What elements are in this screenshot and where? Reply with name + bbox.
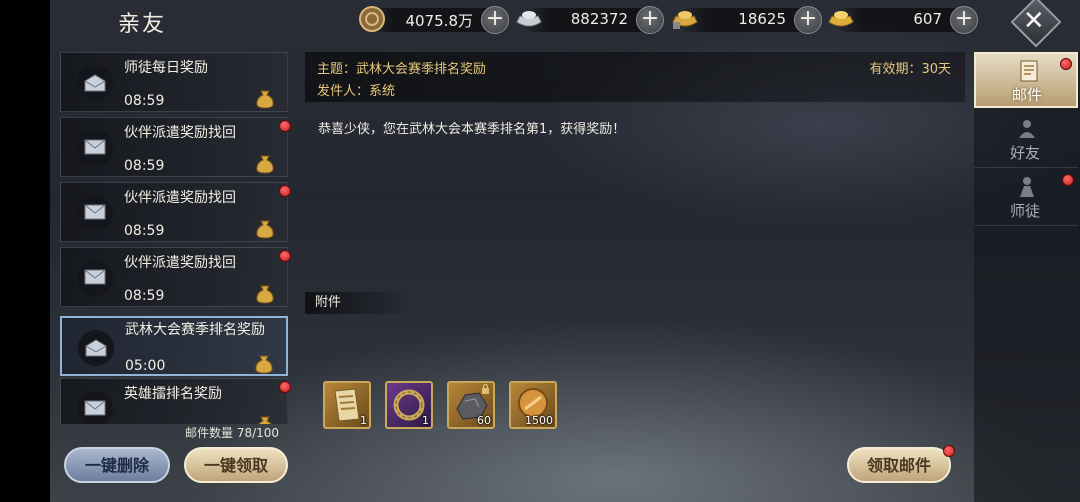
resource-value: 882372 (570, 10, 628, 28)
claim-all-button[interactable]: 一键领取 (184, 447, 288, 483)
unread-badge (279, 381, 291, 393)
attachment-item[interactable]: 60 (447, 381, 495, 429)
mail-time: 08:59 (124, 158, 165, 174)
mail-list-item[interactable]: 伙伴派遣奖励找回 08:59 (60, 247, 291, 307)
tab-label: 师徒 (1010, 202, 1041, 220)
mail-tab-icon (1020, 60, 1038, 82)
mail-list-item[interactable]: 英雄擂排名奖励 (60, 378, 291, 424)
add-silver-button[interactable]: + (636, 6, 664, 34)
gold-bag-icon (255, 355, 273, 374)
item-quantity: 1500 (525, 414, 553, 427)
mail-header: 主题：武林大会赛季排名奖励 发件人：系统 有效期：30天 (305, 52, 965, 102)
resource-value: 18625 (738, 10, 786, 28)
unread-badge (279, 120, 291, 132)
gold-bag-icon (256, 285, 274, 304)
gold-ingot-icon (828, 11, 854, 27)
mail-title: 英雄擂排名奖励 (124, 386, 222, 402)
resource-copper: 4075.8万 + (359, 6, 509, 34)
silver-ingot-icon (516, 11, 542, 27)
closed-mail-icon (77, 391, 113, 424)
mail-count: 邮件数量 78/100 (185, 426, 280, 440)
tab-mail[interactable]: 邮件 (974, 52, 1078, 108)
attachment-item[interactable]: 1500 (509, 381, 557, 429)
resource-silver: 882372 + (516, 6, 664, 34)
copper-coin-icon (359, 6, 385, 32)
mail-list-item[interactable]: 师徒每日奖励 08:59 (60, 52, 288, 112)
tab-badge (1060, 58, 1072, 70)
close-icon: ✕ (1022, 6, 1045, 37)
screen-left-bezel (0, 0, 50, 502)
gold-bag-icon (256, 155, 274, 174)
close-button[interactable]: ✕ (1010, 0, 1062, 48)
tab-mentorship[interactable]: 师徒 (974, 170, 1078, 226)
tab-badge (1062, 174, 1074, 186)
resource-gold: 607 + (828, 6, 978, 34)
mail-title: 师徒每日奖励 (124, 60, 208, 76)
opened-mail-icon (78, 330, 114, 366)
unread-badge (279, 250, 291, 262)
gold-bag-icon (256, 90, 274, 109)
add-gold-button[interactable]: + (950, 6, 978, 34)
top-bar: 亲友 4075.8万 + 882372 + 18625 + 607 + ✕ (50, 0, 1080, 48)
page-title: 亲友 (118, 12, 167, 37)
claim-mail-button[interactable]: 领取邮件 (847, 445, 955, 483)
friends-tab-icon (1019, 120, 1035, 138)
mail-list[interactable]: 师徒每日奖励 08:59 伙伴派遣奖励找回 08:59 伙伴派遣奖励找回 08:… (60, 52, 292, 424)
mail-sender: 发件人：系统 (317, 84, 396, 99)
mail-title: 伙伴派遣奖励找回 (124, 255, 236, 271)
tab-friends[interactable]: 好友 (974, 112, 1078, 168)
tab-label: 邮件 (1012, 86, 1043, 104)
closed-mail-icon (77, 195, 113, 231)
mail-validity: 有效期：30天 (869, 62, 951, 77)
resource-locked-gold: 18625 + (672, 6, 822, 34)
item-quantity: 60 (477, 414, 491, 427)
gold-bag-icon (258, 416, 272, 424)
closed-mail-icon (77, 130, 113, 166)
claim-mail-label: 领取邮件 (866, 456, 931, 475)
mentorship-tab-icon (1020, 177, 1034, 197)
lock-icon (482, 384, 489, 394)
attachment-item[interactable]: 1 (323, 381, 371, 429)
mail-subject: 主题：武林大会赛季排名奖励 (317, 62, 487, 77)
mail-time: 05:00 (125, 358, 166, 374)
mail-time: 08:59 (124, 93, 165, 109)
attachment-item[interactable]: 1 (385, 381, 433, 429)
mail-list-item[interactable]: 伙伴派遣奖励找回 08:59 (60, 117, 291, 177)
mail-time: 08:59 (124, 288, 165, 304)
gold-bag-icon (256, 220, 274, 239)
mail-list-item[interactable]: 伙伴派遣奖励找回 08:59 (60, 182, 291, 242)
mail-title: 伙伴派遣奖励找回 (124, 190, 236, 206)
claim-badge (943, 445, 955, 457)
locked-gold-ingot-icon (672, 11, 698, 29)
item-quantity: 1 (422, 414, 429, 427)
mail-body: 恭喜少侠，您在武林大会本赛季排名第1，获得奖励！ (318, 122, 626, 137)
resource-value: 4075.8万 (405, 12, 474, 30)
side-tabs: 邮件 好友 师徒 (974, 52, 1080, 502)
mail-screen: 亲友 4075.8万 + 882372 + 18625 + 607 + ✕ 师徒… (50, 0, 1080, 502)
add-copper-button[interactable]: + (481, 6, 509, 34)
add-locked-gold-button[interactable]: + (794, 6, 822, 34)
mail-list-item-selected[interactable]: 武林大会赛季排名奖励 05:00 (60, 316, 288, 376)
attachments-label: 附件 (305, 292, 415, 314)
tab-label: 好友 (1010, 144, 1041, 162)
delete-all-button[interactable]: 一键删除 (64, 447, 170, 483)
opened-mail-icon (77, 65, 113, 101)
mail-time: 08:59 (124, 223, 165, 239)
resource-value: 607 (913, 10, 942, 28)
unread-badge (279, 185, 291, 197)
item-quantity: 1 (360, 414, 367, 427)
mail-title: 伙伴派遣奖励找回 (124, 125, 236, 141)
mail-title: 武林大会赛季排名奖励 (125, 322, 265, 338)
closed-mail-icon (77, 260, 113, 296)
